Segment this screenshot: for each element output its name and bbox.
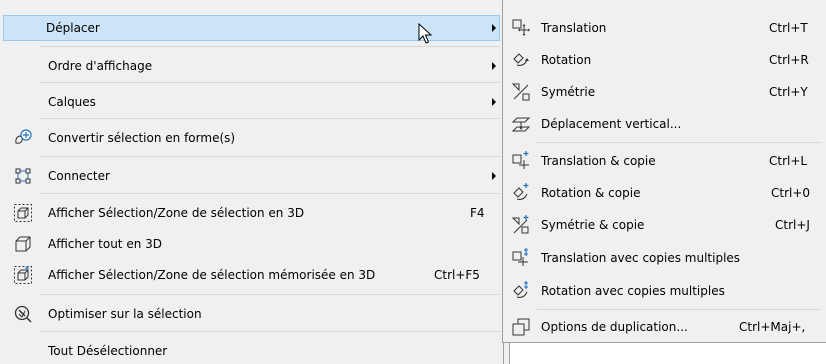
menu-item-label: Translation avec copies multiples [541, 251, 741, 265]
menu-separator [40, 156, 500, 157]
submenu-item-deplacement-vertical[interactable]: Déplacement vertical... [506, 111, 822, 137]
rotation-multiple-icon [511, 281, 531, 301]
menu-item-tout-deselectionner[interactable]: Tout Désélectionner [3, 338, 500, 364]
menu-item-convertir-forme[interactable]: Convertir sélection en forme(s) [3, 125, 500, 151]
menu-separator [537, 142, 821, 143]
menu-separator [40, 46, 500, 47]
menu-separator [40, 82, 500, 83]
menu-item-label: Afficher tout en 3D [48, 237, 162, 251]
menu-item-label: Tout Désélectionner [48, 344, 168, 358]
menu-item-label: Afficher Sélection/Zone de sélection mém… [48, 268, 376, 282]
menu-item-label: Rotation & copie [541, 186, 641, 200]
menu-item-label: Translation & copie [541, 154, 656, 168]
menu-item-shortcut: Ctrl+R [769, 53, 809, 67]
menu-item-label: Déplacer [46, 21, 100, 35]
menu-item-afficher-selection-3d[interactable]: Afficher Sélection/Zone de sélection en … [3, 200, 500, 226]
show-saved-selection-3d-icon [13, 265, 33, 285]
submenu-arrow-icon [492, 172, 496, 180]
menu-item-label: Déplacement vertical... [541, 117, 682, 131]
duplication-options-icon [511, 317, 531, 337]
convert-shape-icon [13, 128, 33, 148]
menu-item-label: Rotation [541, 53, 592, 67]
symmetry-icon [511, 82, 531, 102]
menu-item-shortcut: Ctrl+F5 [434, 268, 480, 282]
menu-item-shortcut: Ctrl+0 [771, 186, 811, 200]
menu-item-shortcut: Ctrl+J [775, 218, 810, 232]
submenu-deplacer: Translation Ctrl+T Rotation Ctrl+R Symét… [502, 0, 826, 343]
submenu-item-rotation[interactable]: Rotation Ctrl+R [506, 47, 822, 73]
menu-item-label: Rotation avec copies multiples [541, 284, 725, 298]
translation-icon [511, 18, 531, 38]
symmetry-copy-icon [511, 215, 531, 235]
submenu-item-symetrie-copie[interactable]: Symétrie & copie Ctrl+J [506, 212, 822, 238]
mouse-cursor-icon [418, 23, 432, 44]
menu-item-connecter[interactable]: Connecter [3, 163, 500, 189]
show-selection-3d-icon [13, 203, 33, 223]
submenu-item-symetrie[interactable]: Symétrie Ctrl+Y [506, 79, 822, 105]
menu-separator [537, 309, 821, 310]
submenu-item-translation[interactable]: Translation Ctrl+T [506, 15, 822, 41]
menu-item-optimiser-selection[interactable]: Optimiser sur la sélection [3, 301, 500, 327]
translation-copy-icon [511, 151, 531, 171]
menu-item-shortcut: Ctrl+Y [769, 85, 808, 99]
submenu-item-translation-copie[interactable]: Translation & copie Ctrl+L [506, 148, 822, 174]
background-canvas [509, 343, 826, 364]
menu-item-calques[interactable]: Calques [3, 89, 500, 115]
menu-separator [40, 193, 500, 194]
menu-item-label: Afficher Sélection/Zone de sélection en … [48, 206, 305, 220]
rotation-copy-icon [511, 183, 531, 203]
menu-item-label: Connecter [48, 169, 110, 183]
menu-item-afficher-tout-3d[interactable]: Afficher tout en 3D [3, 231, 500, 257]
submenu-item-options-duplication[interactable]: Options de duplication... Ctrl+Maj+, [506, 314, 822, 340]
menu-separator [40, 294, 500, 295]
menu-item-shortcut: Ctrl+T [769, 21, 808, 35]
menu-item-label: Calques [48, 95, 96, 109]
menu-item-ordre-affichage[interactable]: Ordre d'affichage [3, 53, 500, 79]
menu-item-label: Symétrie & copie [541, 218, 645, 232]
menu-item-label: Options de duplication... [541, 320, 688, 334]
show-all-3d-icon [13, 234, 33, 254]
connect-icon [13, 166, 33, 186]
submenu-item-translation-multiples[interactable]: Translation avec copies multiples [506, 245, 822, 271]
submenu-arrow-icon [492, 24, 496, 32]
menu-item-shortcut: Ctrl+Maj+, [739, 320, 806, 334]
menu-item-label: Convertir sélection en forme(s) [48, 131, 236, 145]
context-menu: Déplacer Ordre d'affichage Calques Conve… [0, 0, 504, 364]
menu-item-shortcut: F4 [470, 206, 485, 220]
menu-separator [40, 331, 500, 332]
submenu-arrow-icon [492, 62, 496, 70]
submenu-item-rotation-copie[interactable]: Rotation & copie Ctrl+0 [506, 180, 822, 206]
vertical-move-icon [511, 114, 531, 134]
menu-item-label: Optimiser sur la sélection [48, 307, 202, 321]
menu-item-shortcut: Ctrl+L [769, 154, 808, 168]
translation-multiple-icon [511, 248, 531, 268]
menu-item-label: Symétrie [541, 85, 596, 99]
menu-item-label: Ordre d'affichage [48, 59, 153, 73]
submenu-arrow-icon [492, 98, 496, 106]
submenu-item-rotation-multiples[interactable]: Rotation avec copies multiples [506, 278, 822, 304]
menu-separator [40, 118, 500, 119]
menu-item-afficher-selection-memorisee-3d[interactable]: Afficher Sélection/Zone de sélection mém… [3, 262, 500, 288]
rotation-icon [511, 50, 531, 70]
optimize-selection-icon [13, 304, 33, 324]
menu-item-label: Translation [541, 21, 607, 35]
